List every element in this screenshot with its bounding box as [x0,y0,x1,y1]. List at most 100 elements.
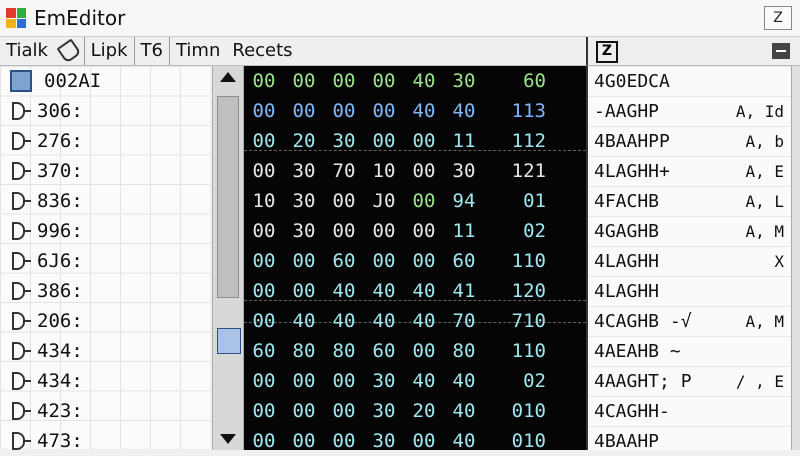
window-corner-button[interactable]: Z [764,6,792,30]
hex-cell[interactable]: 80 [324,340,364,362]
hex-cell[interactable]: 40 [444,400,484,422]
hex-row[interactable]: 00 40 40 40 40 70 710 [244,306,586,336]
ascii-row[interactable]: 4AAGHT; P / , E [588,366,800,396]
list-item[interactable]: 370: [0,156,210,186]
list-item[interactable]: 423: [0,396,210,426]
hex-cell[interactable]: 30 [324,130,364,152]
hex-cell[interactable]: 00 [364,130,404,152]
hex-cell[interactable]: 00 [404,250,444,272]
hex-cell[interactable]: 00 [244,130,284,152]
ascii-row[interactable]: 4BAAHP [588,426,800,456]
hex-row[interactable]: 00 00 00 30 00 40 010 [244,426,586,456]
hex-row[interactable]: 00 30 00 00 00 11 02 [244,216,586,246]
list-item[interactable]: 306: [0,96,210,126]
list-item[interactable]: 836: [0,186,210,216]
list-item[interactable]: 473: [0,426,210,456]
hex-cell[interactable]: J0 [364,190,404,212]
hex-row[interactable]: 00 00 00 30 20 40 010 [244,396,586,426]
hex-cell[interactable]: 00 [244,220,284,242]
list-item[interactable]: 434: [0,366,210,396]
hex-cell[interactable]: 02 [484,220,552,242]
hex-row[interactable]: 00 00 00 30 40 40 02 [244,366,586,396]
ascii-row[interactable]: 4CAGHB -√ A, M [588,306,800,336]
list-item[interactable]: 434: [0,336,210,366]
hex-row[interactable]: 00 00 00 00 40 30 60 [244,66,586,96]
hex-cell[interactable]: 00 [404,160,444,182]
hex-cell[interactable]: 60 [324,250,364,272]
hex-cell[interactable]: 00 [404,430,444,452]
hex-cell[interactable]: 30 [364,430,404,452]
hex-cell[interactable]: 00 [284,400,324,422]
menu-item-tialk[interactable]: Tialk [0,37,85,65]
hex-cell[interactable]: 710 [484,310,552,332]
hex-cell[interactable]: 00 [244,310,284,332]
list-item[interactable]: 206: [0,306,210,336]
hex-cell[interactable]: 00 [404,220,444,242]
hex-cell[interactable]: 40 [364,280,404,302]
list-item[interactable]: 6J6: [0,246,210,276]
hex-cell[interactable]: 00 [324,220,364,242]
scroll-up-arrow-icon[interactable] [220,72,236,82]
menu-item-lipk[interactable]: Lipk [85,37,135,65]
hex-cell[interactable]: 00 [324,370,364,392]
hex-cell[interactable]: 00 [284,370,324,392]
hex-row[interactable]: 00 00 00 00 40 40 113 [244,96,586,126]
hex-cell[interactable]: 110 [484,340,552,362]
hex-cell[interactable]: 121 [484,160,552,182]
hex-cell[interactable]: 40 [324,310,364,332]
hex-cell[interactable]: 00 [244,250,284,272]
list-item[interactable]: 276: [0,126,210,156]
menu-item-t6[interactable]: T6 [135,37,170,65]
hex-cell[interactable]: 00 [404,190,444,212]
ascii-row[interactable]: 4AEAHB ~ [588,336,800,366]
hex-cell[interactable]: 00 [284,280,324,302]
hex-cell[interactable]: 11 [444,220,484,242]
hex-cell[interactable]: 94 [444,190,484,212]
menu-item-recets[interactable]: Recets [226,37,298,65]
hex-cell[interactable]: 70 [444,310,484,332]
hex-cell[interactable]: 30 [364,400,404,422]
hex-cell[interactable]: 40 [404,280,444,302]
hex-cell[interactable]: 10 [244,190,284,212]
hex-cell[interactable]: 20 [284,130,324,152]
hex-cell[interactable]: 40 [324,280,364,302]
ascii-row[interactable]: 4LAGHH X [588,246,800,276]
hex-cell[interactable]: 120 [484,280,552,302]
hex-cell[interactable]: 40 [404,100,444,122]
hex-cell[interactable]: 30 [444,70,484,92]
minimize-pane-button[interactable] [772,43,790,59]
hex-cell[interactable]: 00 [324,100,364,122]
hex-cell[interactable]: 00 [284,70,324,92]
hex-row[interactable]: 60 80 80 60 00 80 110 [244,336,586,366]
hex-cell[interactable]: 40 [444,370,484,392]
hex-cell[interactable]: 00 [244,400,284,422]
hex-cell[interactable]: 00 [364,70,404,92]
scroll-thumb[interactable] [217,96,239,298]
hex-cell[interactable]: 40 [404,370,444,392]
hex-cell[interactable]: 70 [324,160,364,182]
list-item[interactable]: 996: [0,216,210,246]
hex-cell[interactable]: 112 [484,130,552,152]
hex-row[interactable]: 10 30 00 J0 00 94 01 [244,186,586,216]
hex-cell[interactable]: 01 [484,190,552,212]
hex-cell[interactable]: 41 [444,280,484,302]
menu-item-timn[interactable]: Timn [170,37,226,65]
ascii-row[interactable]: -AAGHP A, Id [588,96,800,126]
hex-cell[interactable]: 11 [444,130,484,152]
hex-cell[interactable]: 00 [324,70,364,92]
hex-cell[interactable]: 00 [284,250,324,272]
hex-row[interactable]: 00 30 70 10 00 30 121 [244,156,586,186]
hex-cell[interactable]: 110 [484,250,552,272]
scroll-position-marker[interactable] [217,328,241,354]
hex-cell[interactable]: 00 [364,100,404,122]
hex-cell[interactable]: 00 [244,370,284,392]
hex-cell[interactable]: 00 [244,70,284,92]
scroll-down-arrow-icon[interactable] [220,434,236,444]
pin-icon[interactable] [56,38,82,64]
hex-cell[interactable]: 20 [404,400,444,422]
hex-cell[interactable]: 00 [364,220,404,242]
ascii-row[interactable]: 4LAGHH+ A, E [588,156,800,186]
hex-cell[interactable]: 30 [444,160,484,182]
ascii-row[interactable]: 4G0EDCA [588,66,800,96]
hex-cell[interactable]: 00 [244,160,284,182]
